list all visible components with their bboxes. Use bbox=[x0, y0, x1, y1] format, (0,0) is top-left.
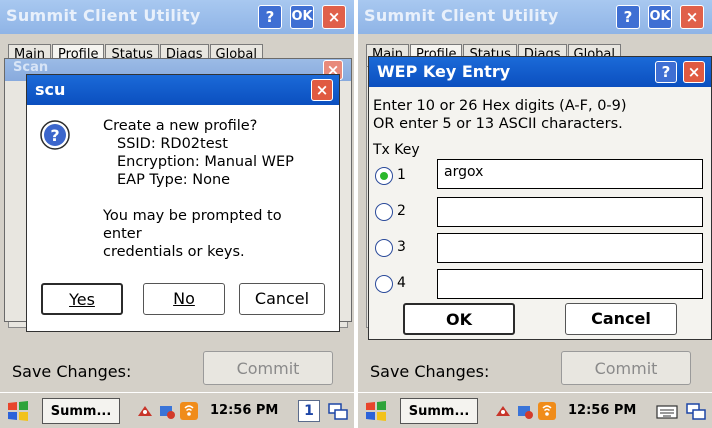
close-button[interactable]: × bbox=[680, 5, 704, 29]
wireless-icon[interactable] bbox=[180, 402, 198, 420]
taskbar-app-button[interactable]: Summ... bbox=[400, 398, 478, 424]
wep-help-button[interactable]: ? bbox=[655, 61, 677, 83]
wep-close-button[interactable]: × bbox=[683, 61, 705, 83]
start-icon[interactable] bbox=[364, 399, 388, 423]
cancel-button[interactable]: Cancel bbox=[239, 283, 325, 315]
wep-instructions: Enter 10 or 26 Hex digits (A-F, 0-9) OR … bbox=[373, 97, 627, 133]
key-2-input[interactable] bbox=[437, 197, 703, 227]
no-button[interactable]: No bbox=[143, 283, 225, 315]
commit-button[interactable]: Commit bbox=[561, 351, 691, 385]
scan-dialog-title: Scan bbox=[13, 60, 49, 75]
tx-key-radio-4[interactable] bbox=[375, 275, 393, 293]
cancel-button[interactable]: Cancel bbox=[565, 303, 677, 335]
keyboard-icon[interactable] bbox=[656, 400, 678, 422]
wireless-icon[interactable] bbox=[538, 402, 556, 420]
key-number: 2 bbox=[397, 203, 406, 219]
instruction-line: OR enter 5 or 13 ASCII characters. bbox=[373, 116, 623, 132]
key-number: 3 bbox=[397, 239, 406, 255]
help-button[interactable]: ? bbox=[258, 5, 282, 29]
msg-line bbox=[103, 189, 294, 207]
tx-key-radio-1[interactable] bbox=[375, 167, 393, 185]
clock[interactable]: 12:56 PM bbox=[568, 403, 636, 418]
desktop-number[interactable]: 1 bbox=[298, 400, 320, 422]
commit-button[interactable]: Commit bbox=[203, 351, 333, 385]
wep-key-dialog: WEP Key Entry ? × Enter 10 or 26 Hex dig… bbox=[368, 56, 712, 340]
taskbar-app-button[interactable]: Summ... bbox=[42, 398, 120, 424]
msg-line: You may be prompted to bbox=[103, 208, 282, 224]
title-bar: Summit Client Utility ? OK × bbox=[0, 0, 354, 34]
title-bar: Summit Client Utility ? OK × bbox=[358, 0, 712, 34]
window-title: Summit Client Utility bbox=[6, 6, 201, 25]
network-icon[interactable] bbox=[494, 402, 512, 420]
msg-line: SSID: RD02test bbox=[117, 136, 228, 152]
yes-button[interactable]: Yes bbox=[41, 283, 123, 315]
network-icon[interactable] bbox=[136, 402, 154, 420]
instruction-line: Enter 10 or 26 Hex digits (A-F, 0-9) bbox=[373, 98, 627, 114]
start-icon[interactable] bbox=[6, 399, 30, 423]
scu-dialog: scu × ? Create a new profile? SSID: RD02… bbox=[26, 74, 340, 332]
msg-line: credentials or keys. bbox=[103, 244, 245, 260]
clock[interactable]: 12:56 PM bbox=[210, 403, 278, 418]
scu-dialog-title: scu bbox=[35, 80, 66, 99]
save-changes-label: Save Changes: bbox=[12, 362, 132, 381]
msg-line: Encryption: Manual WEP bbox=[117, 154, 294, 170]
dialog-message: Create a new profile? SSID: RD02test Enc… bbox=[103, 117, 294, 261]
msg-line: Create a new profile? bbox=[103, 118, 258, 134]
close-button[interactable]: × bbox=[322, 5, 346, 29]
key-3-input[interactable] bbox=[437, 233, 703, 263]
windows-switch-icon[interactable] bbox=[328, 402, 348, 422]
wep-dialog-title: WEP Key Entry bbox=[377, 62, 511, 81]
taskbar: Summ... 12:56 PM bbox=[358, 392, 712, 428]
taskbar: Summ... 12:56 PM 1 bbox=[0, 392, 354, 428]
tx-key-label: Tx Key bbox=[373, 142, 420, 158]
msg-line: EAP Type: None bbox=[117, 172, 231, 188]
ok-button[interactable]: OK bbox=[403, 303, 515, 335]
tx-key-radio-3[interactable] bbox=[375, 239, 393, 257]
ok-button[interactable]: OK bbox=[648, 5, 672, 29]
windows-switch-icon[interactable] bbox=[686, 402, 706, 422]
key-number: 4 bbox=[397, 275, 406, 291]
key-number: 1 bbox=[397, 167, 406, 183]
question-icon: ? bbox=[40, 120, 70, 150]
key-4-input[interactable] bbox=[437, 269, 703, 299]
connection-icon[interactable] bbox=[158, 402, 176, 420]
right-screen: Summit Client Utility ? OK × Main Profil… bbox=[358, 0, 712, 428]
key-1-input[interactable]: argox bbox=[437, 159, 703, 189]
left-screen: Summit Client Utility ? OK × Main Profil… bbox=[0, 0, 354, 428]
help-button[interactable]: ? bbox=[616, 5, 640, 29]
msg-line: enter bbox=[103, 226, 142, 242]
ok-button[interactable]: OK bbox=[290, 5, 314, 29]
connection-icon[interactable] bbox=[516, 402, 534, 420]
svg-text:?: ? bbox=[50, 126, 59, 145]
tx-key-radio-2[interactable] bbox=[375, 203, 393, 221]
scu-close-button[interactable]: × bbox=[311, 79, 333, 101]
window-title: Summit Client Utility bbox=[364, 6, 559, 25]
save-changes-label: Save Changes: bbox=[370, 362, 490, 381]
